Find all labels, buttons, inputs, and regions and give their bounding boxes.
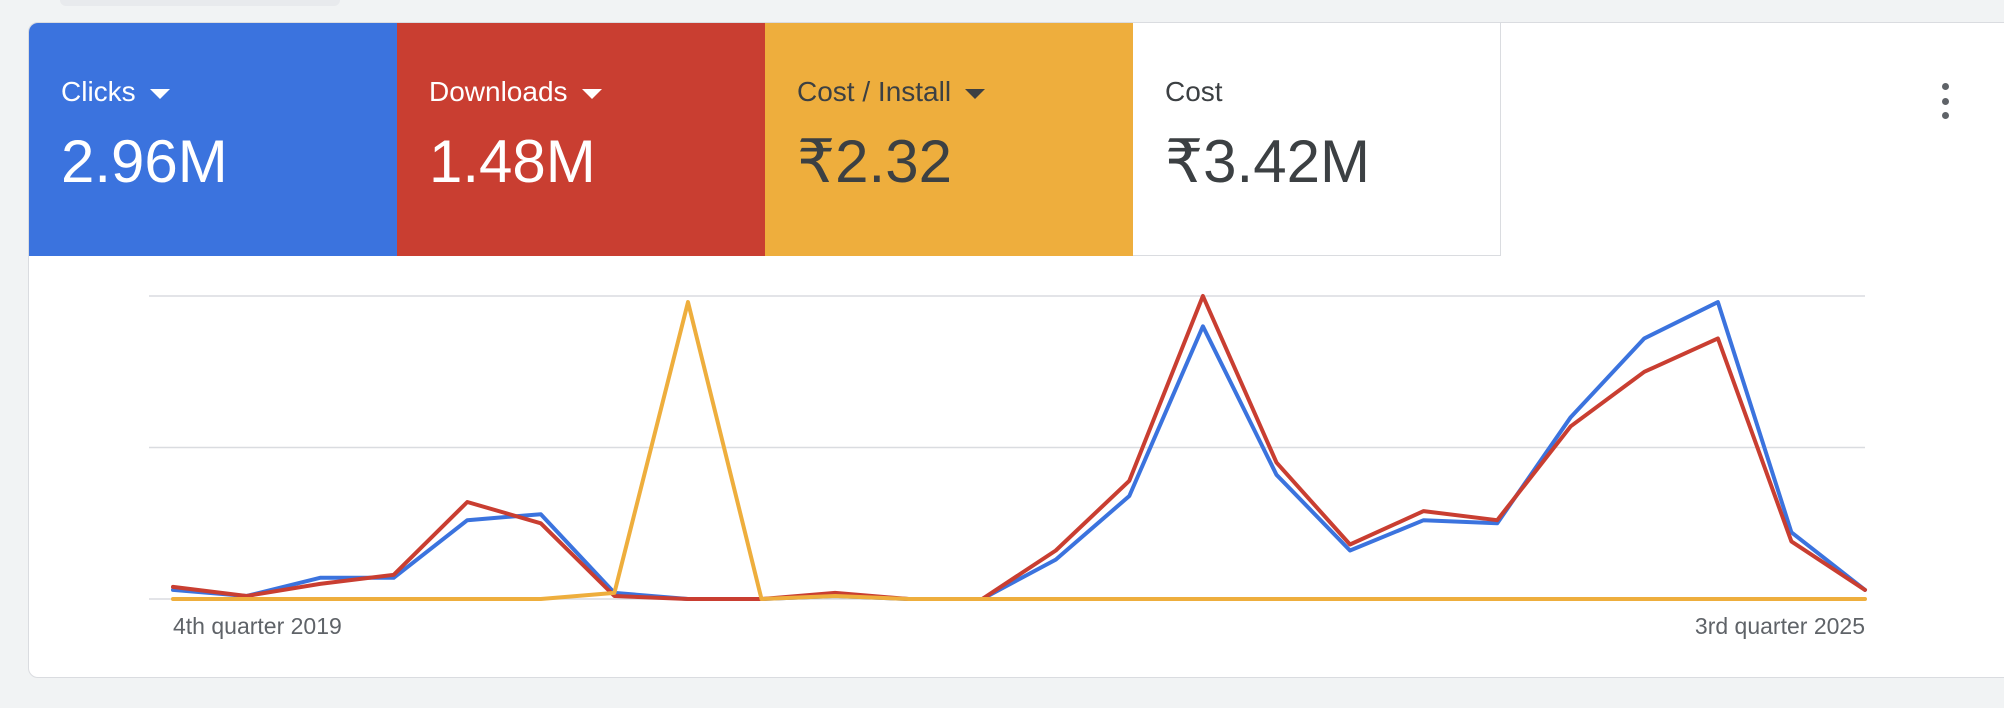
metric-selector[interactable]: Cost / Install xyxy=(797,75,1133,109)
series-line-2 xyxy=(171,300,1867,601)
background-shadow xyxy=(60,0,340,6)
chart-gridlines xyxy=(149,295,1865,600)
caret-down-icon[interactable] xyxy=(581,89,602,99)
metric-value: 1.48M xyxy=(429,128,596,195)
performance-card: 4th quarter 2019 3rd quarter 2025 Clicks… xyxy=(28,22,2004,678)
metric-tile-clicks[interactable]: Clicks 2.96M xyxy=(29,23,397,256)
kebab-dot xyxy=(1941,97,1949,105)
metric-tile-cost-per-install[interactable]: Cost / Install ₹2.32 xyxy=(765,23,1133,256)
metric-label: Cost xyxy=(1165,76,1223,107)
metric-label: Clicks xyxy=(61,76,136,107)
more-vert-icon[interactable] xyxy=(1933,81,1957,121)
x-axis-start-label: 4th quarter 2019 xyxy=(173,613,342,639)
metric-selector: Cost xyxy=(1165,75,1500,109)
metric-tiles: Clicks 2.96M Downloads 1.48M Cost / Inst… xyxy=(29,23,1501,256)
series-line-0 xyxy=(171,300,1867,601)
caret-down-icon[interactable] xyxy=(965,89,986,99)
metric-selector[interactable]: Downloads xyxy=(429,75,765,109)
x-axis-end-label: 3rd quarter 2025 xyxy=(1695,613,1865,639)
kebab-dot xyxy=(1941,112,1949,119)
metric-label: Downloads xyxy=(429,76,568,107)
metric-selector[interactable]: Clicks xyxy=(61,75,397,109)
metric-value: 2.96M xyxy=(61,128,228,195)
metric-tile-cost[interactable]: Cost ₹3.42M xyxy=(1133,23,1501,256)
metric-value: ₹2.32 xyxy=(797,128,952,195)
caret-down-icon[interactable] xyxy=(149,89,170,99)
metric-value: ₹3.42M xyxy=(1165,128,1370,195)
kebab-dot xyxy=(1941,83,1949,90)
metric-label: Cost / Install xyxy=(797,76,952,107)
metric-tile-downloads[interactable]: Downloads 1.48M xyxy=(397,23,765,256)
